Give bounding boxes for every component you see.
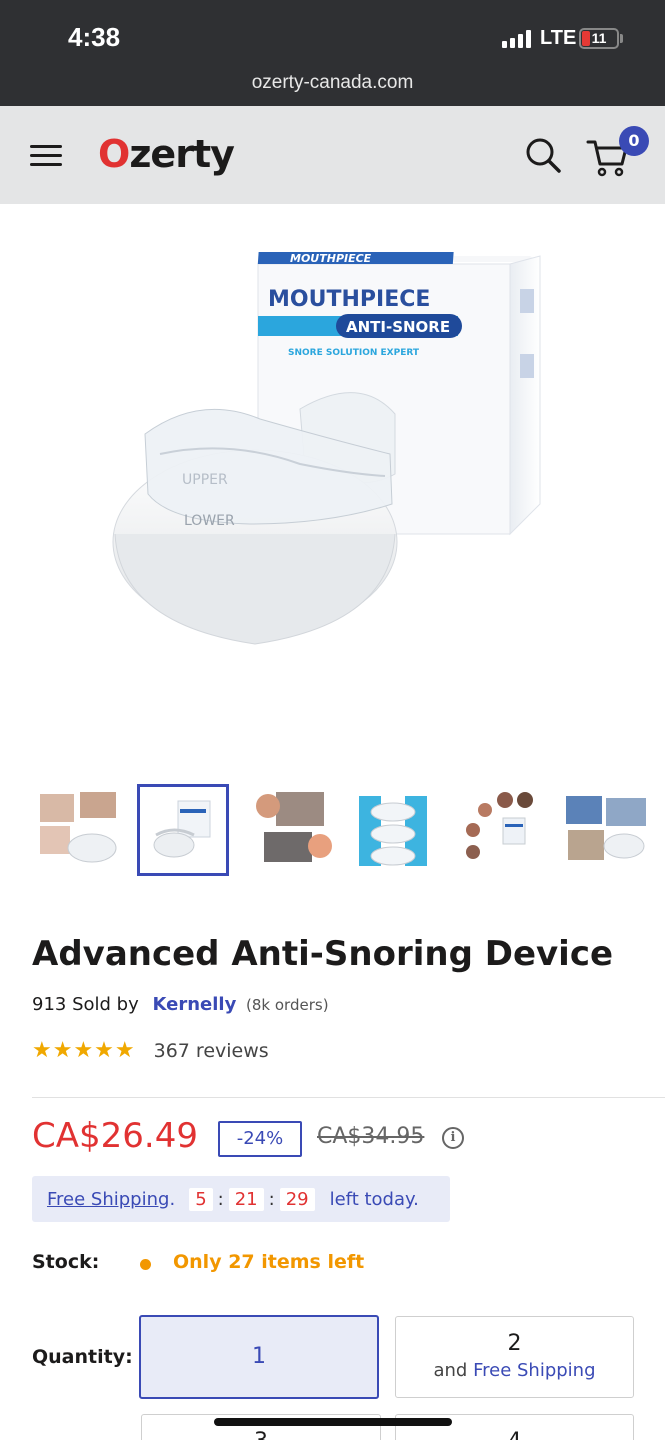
sold-count: 913 Sold by — [32, 994, 139, 1015]
quantity-value: 1 — [252, 1344, 266, 1369]
product-photo: MOUTHPIECE MOUTHPIECE ANTI-SNORE SNORE S… — [112, 252, 541, 645]
reviews-link[interactable]: 367 reviews — [154, 1040, 269, 1062]
thumbnail-6[interactable] — [560, 784, 652, 876]
quantity-option-2[interactable]: 2 and Free Shipping — [395, 1316, 634, 1398]
countdown-suffix: left today. — [329, 1188, 419, 1210]
timer-seconds: 29 — [279, 1187, 315, 1211]
box-sub: SNORE SOLUTION EXPERT — [288, 348, 420, 358]
lower-label: LOWER — [184, 513, 235, 529]
timer-minutes: 21 — [228, 1187, 264, 1211]
quantity-label: Quantity: — [32, 1346, 133, 1368]
thumbnail-1[interactable] — [32, 784, 124, 876]
product-title: Advanced Anti-Snoring Device — [32, 934, 614, 974]
star-rating-icon: ★★★★★ — [32, 1038, 136, 1063]
product-main-image[interactable]: MOUTHPIECE MOUTHPIECE ANTI-SNORE SNORE S… — [0, 204, 665, 774]
timer-hours: 5 — [189, 1187, 213, 1211]
box-band: ANTI-SNORE — [346, 318, 450, 336]
stock-label: Stock: — [32, 1251, 100, 1273]
logo-text: zerty — [129, 132, 235, 176]
stock-text: Only 27 items left — [173, 1251, 365, 1273]
divider — [32, 1097, 665, 1098]
upper-label: UPPER — [182, 472, 228, 488]
site-header: Ozerty 0 — [0, 106, 665, 204]
shipping-countdown: Free Shipping. 5: 21: 29 left today. — [32, 1176, 450, 1222]
thumbnail-strip — [0, 784, 665, 878]
thumbnail-3[interactable] — [250, 784, 342, 876]
status-time: 4:38 — [68, 22, 121, 52]
thumbnail-5[interactable] — [455, 784, 547, 876]
network-label: LTE — [540, 27, 577, 49]
quantity-value: 2 — [507, 1331, 522, 1356]
seller-orders: (8k orders) — [246, 996, 329, 1014]
seller-link[interactable]: Kernelly — [152, 994, 236, 1015]
url-bar[interactable]: ozerty-canada.com — [0, 72, 665, 94]
free-shipping-link[interactable]: Free Shipping — [47, 1189, 169, 1210]
thumbnail-2[interactable] — [137, 784, 229, 876]
sold-line: 913 Sold by Kernelly (8k orders) — [32, 994, 329, 1015]
stock-status-dot — [140, 1259, 151, 1270]
cart-count-badge: 0 — [619, 126, 649, 156]
quantity-bonus: and Free Shipping — [433, 1360, 596, 1381]
search-icon[interactable] — [524, 136, 562, 174]
signal-icon — [502, 30, 531, 48]
sale-price: CA$26.49 — [32, 1116, 198, 1156]
thumbnail-4[interactable] — [347, 784, 439, 876]
battery-level: 11 — [591, 30, 607, 46]
menu-icon[interactable] — [30, 142, 64, 168]
home-indicator — [214, 1418, 452, 1426]
info-icon[interactable]: i — [442, 1127, 464, 1149]
status-bar: 4:38 LTE 11 ozerty-canada.com — [0, 0, 665, 106]
compare-price: CA$34.95 — [317, 1124, 425, 1149]
battery-icon: 11 — [579, 28, 619, 49]
quantity-value: 3 — [142, 1429, 380, 1440]
quantity-option-1[interactable]: 1 — [139, 1315, 379, 1399]
box-top-label: MOUTHPIECE — [290, 252, 372, 265]
ozerty-logo[interactable]: Ozerty — [98, 132, 235, 176]
discount-badge: -24% — [218, 1121, 302, 1157]
box-title: MOUTHPIECE — [268, 287, 430, 312]
logo-mark: O — [98, 132, 130, 176]
quantity-value: 4 — [396, 1429, 633, 1440]
rating-row[interactable]: ★★★★★ 367 reviews — [32, 1038, 269, 1063]
